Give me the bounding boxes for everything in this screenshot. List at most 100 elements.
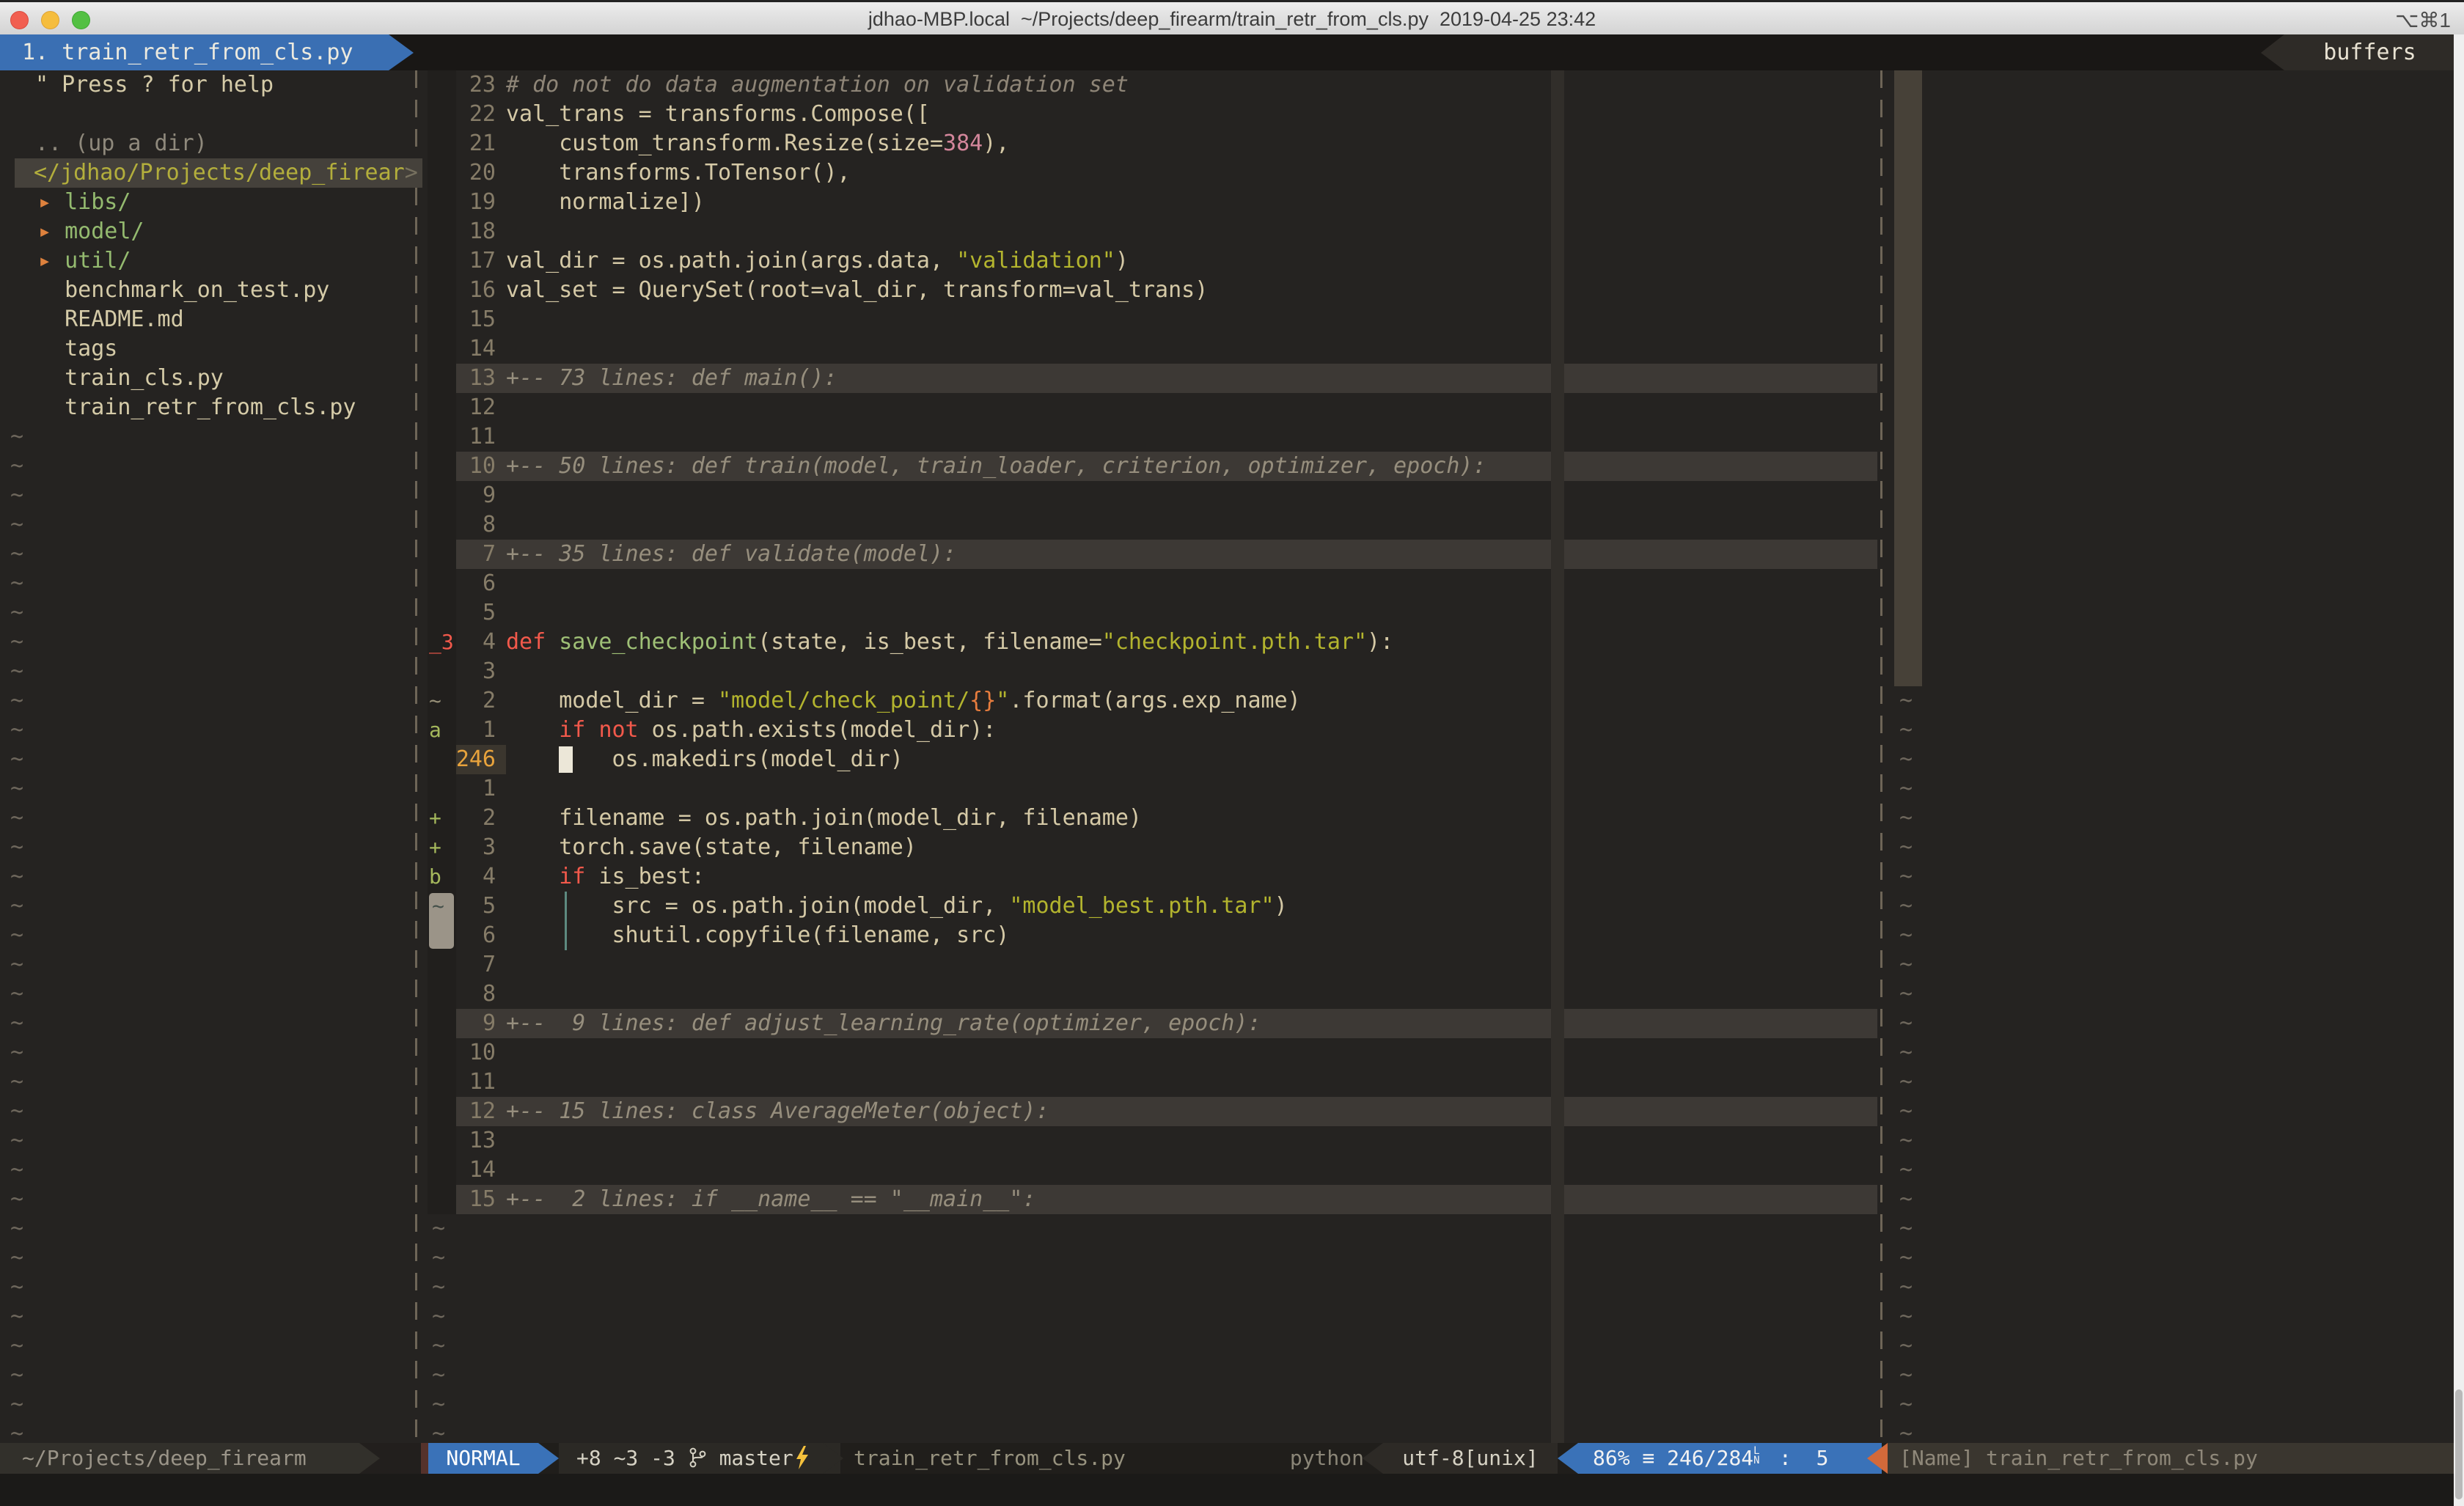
line-number[interactable]: 8: [440, 980, 496, 1009]
line-number[interactable]: 12: [440, 393, 496, 422]
statusline-branch-segment: +8 ~3 -3 master: [559, 1443, 840, 1474]
tagbar-row[interactable]: +best_mAP: [1894, 452, 2455, 481]
tab-active-buffer[interactable]: 1. train_retr_from_cls.py: [0, 34, 389, 70]
tagbar-eob-tilde: ~: [1899, 1009, 1913, 1038]
line-number[interactable]: 6: [440, 569, 496, 598]
tagbar-row[interactable]: ▼ variables: [1894, 393, 2455, 422]
tagbar-eob-tilde: ~: [1899, 686, 1913, 716]
branch-name: master: [707, 1446, 793, 1470]
tagbar-row[interactable]: +val_dir: [1894, 569, 2455, 598]
tagbar-eob-tilde: ~: [1899, 1038, 1913, 1068]
code-line[interactable]: if not os.path.exists(model_dir):: [506, 716, 996, 745]
line-number[interactable]: 1: [440, 774, 496, 804]
nerdtree-item-trainclspy[interactable]: train_cls.py: [38, 364, 449, 393]
tagbar-row[interactable]: +parser: [1894, 510, 2455, 540]
line-number[interactable]: 23: [440, 70, 496, 100]
tagbar-eob-tilde: ~: [1899, 1185, 1913, 1214]
nerdtree-item-trainretrfromclspy[interactable]: train_retr_from_cls.py: [38, 393, 449, 422]
tagbar-row[interactable]: +val_set: [1894, 628, 2455, 657]
line-number[interactable]: 21: [440, 129, 496, 158]
line-number[interactable]: 246: [440, 745, 496, 774]
fold-text[interactable]: +-- 35 lines: def validate(model):: [506, 540, 956, 569]
code-line[interactable]: if is_best:: [506, 862, 705, 892]
nerdtree-eob-tilde: ~: [10, 1419, 23, 1443]
tagbar-row[interactable]: +train(model, train_loader, criterio>: [1894, 276, 2455, 305]
nerdtree-eob-tilde: ~: [10, 716, 23, 745]
nerdtree-item-model[interactable]: ▸ model/: [38, 217, 449, 246]
tagbar-row[interactable]: +validate(model) : function: [1894, 334, 2455, 364]
nerdtree-item-benchmarkontestpy[interactable]: benchmark_on_test.py: [38, 276, 449, 305]
code-eob-tilde: ~: [432, 1390, 445, 1419]
fold-text[interactable]: +-- 50 lines: def train(model, train_loa…: [506, 452, 1486, 481]
tagbar-row[interactable]: +train_loss: [1894, 540, 2455, 569]
nerdtree-eob-tilde: ~: [10, 745, 23, 774]
powerline-arrow: [359, 1443, 380, 1474]
line-number[interactable]: 7: [440, 540, 496, 569]
nerdtree-eob-tilde: ~: [10, 1244, 23, 1273]
tagbar-row[interactable]: +val_mAP: [1894, 598, 2455, 628]
line-number[interactable]: 10: [440, 1038, 496, 1068]
line-number[interactable]: 11: [440, 1068, 496, 1097]
line-number[interactable]: 19: [440, 188, 496, 217]
tagbar-row[interactable]: +main() : function: [1894, 158, 2455, 188]
statusline-tagbar: [Name] train_retr_from_cls.py: [1888, 1443, 2464, 1474]
line-number[interactable]: 15: [440, 1185, 496, 1214]
code-line[interactable]: def save_checkpoint(state, is_best, file…: [506, 628, 1393, 657]
line-number[interactable]: 20: [440, 158, 496, 188]
code-line[interactable]: val_trans = transforms.Compose([: [506, 100, 930, 129]
line-number[interactable]: 9: [440, 1009, 496, 1038]
code-line[interactable]: transforms.ToTensor(),: [506, 158, 851, 188]
code-line[interactable]: # do not do data augmentation on validat…: [506, 70, 1129, 100]
fold-text[interactable]: +-- 2 lines: if __name__ == "__main__":: [506, 1185, 1035, 1214]
fold-text[interactable]: +-- 9 lines: def adjust_learning_rate(op…: [506, 1009, 1261, 1038]
line-number[interactable]: 13: [440, 1126, 496, 1156]
code-line[interactable]: filename = os.path.join(model_dir, filen…: [506, 804, 1142, 833]
line-number[interactable]: 14: [440, 1156, 496, 1185]
line-number[interactable]: 16: [440, 276, 496, 305]
window-separator-right[interactable]: [1880, 70, 1882, 1443]
line-number[interactable]: 8: [440, 510, 496, 540]
tagbar-row[interactable]: +adjust_learning_rate(optimizer, epo>: [1894, 100, 2455, 129]
nerdtree-item-tags[interactable]: tags: [38, 334, 449, 364]
code-line[interactable]: torch.save(state, filename): [506, 833, 917, 862]
line-number[interactable]: 9: [440, 481, 496, 510]
fold-text[interactable]: +-- 15 lines: class AverageMeter(object)…: [506, 1097, 1049, 1126]
code-line[interactable]: src = os.path.join(model_dir, "model_bes…: [506, 892, 1288, 921]
line-number[interactable]: 10: [440, 452, 496, 481]
code-line[interactable]: normalize]): [506, 188, 705, 217]
folder-collapsed-icon: ▸: [38, 218, 65, 244]
window-shortcut-badge: ⌥⌘1: [2395, 8, 2451, 32]
line-number[interactable]: 7: [440, 950, 496, 980]
scrollbar-track[interactable]: [2454, 34, 2464, 1506]
tagbar-row[interactable]: +normalize: [1894, 481, 2455, 510]
code-line[interactable]: val_set = QuerySet(root=val_dir, transfo…: [506, 276, 1208, 305]
statusline-nerdtree-path: ~/Projects/deep_firearm: [0, 1443, 381, 1474]
line-number[interactable]: 15: [440, 305, 496, 334]
tagbar-row[interactable]: +val_trans: [1894, 657, 2455, 686]
nerdtree-eob-tilde: ~: [10, 510, 23, 540]
line-number[interactable]: 12: [440, 1097, 496, 1126]
line-number[interactable]: 14: [440, 334, 496, 364]
scrollbar-thumb[interactable]: [2455, 1389, 2463, 1499]
code-line[interactable]: model_dir = "model/check_point/{}".forma…: [506, 686, 1301, 716]
line-number[interactable]: 18: [440, 217, 496, 246]
nerdtree-root[interactable]: </jdhao/Projects/deep_firear>: [34, 158, 444, 188]
nerdtree-item-libs[interactable]: ▸ libs/: [38, 188, 449, 217]
nerdtree-item-READMEmd[interactable]: README.md: [38, 305, 449, 334]
fold-text[interactable]: +-- 73 lines: def main():: [506, 364, 837, 393]
code-line[interactable]: custom_transform.Resize(size=384),: [506, 129, 1009, 158]
tagbar-row[interactable]: +save_checkpoint(state, is_best, fil>: [1894, 217, 2455, 246]
code-line[interactable]: val_dir = os.path.join(args.data, "valid…: [506, 246, 1129, 276]
line-number[interactable]: 11: [440, 422, 496, 452]
nerdtree-item-util[interactable]: ▸ util/: [38, 246, 449, 276]
code-eob-tilde: ~: [432, 1273, 445, 1302]
tagbar-row[interactable]: +args: [1894, 422, 2455, 452]
command-line[interactable]: [0, 1474, 2464, 1506]
line-number[interactable]: 5: [440, 598, 496, 628]
code-line[interactable]: shutil.copyfile(filename, src): [506, 921, 1009, 950]
line-number[interactable]: 17: [440, 246, 496, 276]
line-number[interactable]: 22: [440, 100, 496, 129]
nerdtree-up-a-dir[interactable]: .. (up a dir): [35, 129, 446, 158]
line-number[interactable]: 13: [440, 364, 496, 393]
line-number[interactable]: 3: [440, 657, 496, 686]
